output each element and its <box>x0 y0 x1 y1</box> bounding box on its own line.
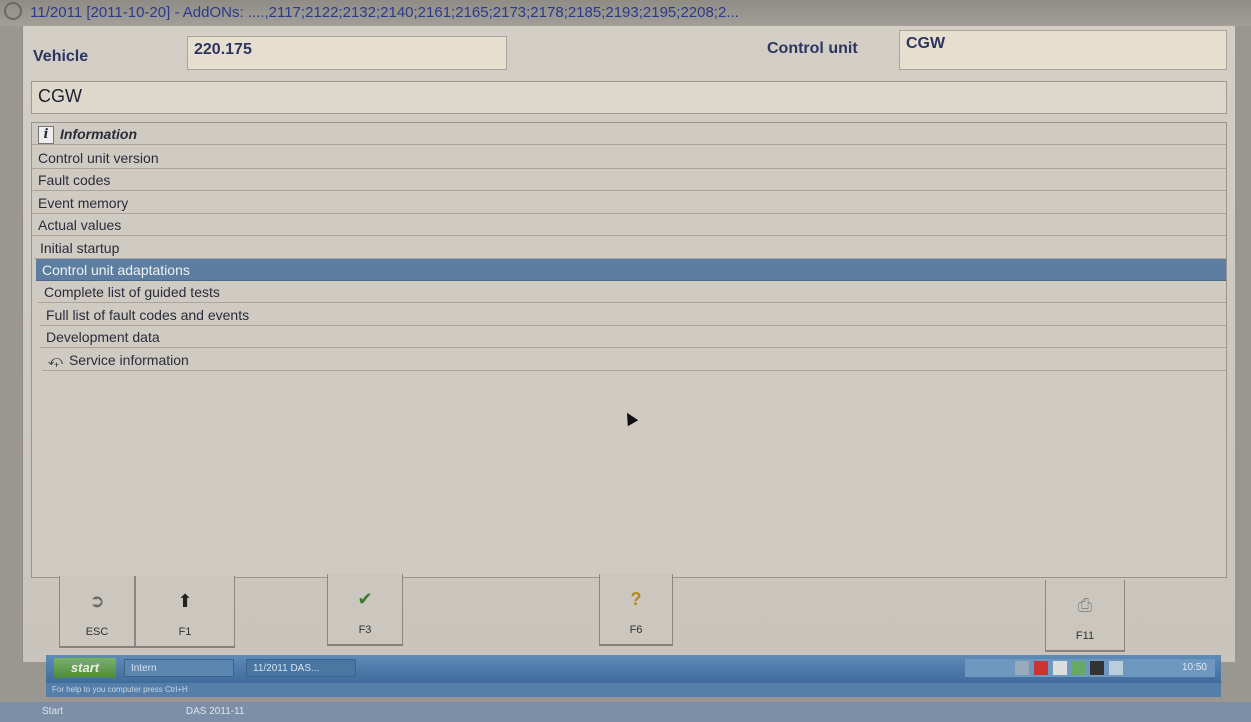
hint-strip: For help to you computer press Ctrl+H <box>46 683 1221 697</box>
menu-item-fault-codes[interactable]: Fault codes <box>32 169 1226 191</box>
tray-icons <box>975 661 1125 675</box>
tray-icon[interactable] <box>1052 661 1067 675</box>
arrow-up-icon: ⬆ <box>177 591 193 611</box>
help-icon: ? <box>630 589 642 609</box>
vehicle-label: Vehicle <box>33 48 89 65</box>
host-start-button[interactable]: Start <box>42 706 63 717</box>
info-icon: i <box>38 126 54 145</box>
f6-label: F6 <box>629 624 643 636</box>
system-tray: 10:50 <box>965 659 1215 677</box>
host-task-item[interactable]: DAS 2011-11 <box>186 706 245 717</box>
vehicle-field[interactable]: 220.175 <box>187 36 507 70</box>
f11-label: F11 <box>1075 630 1095 642</box>
printer-icon: ⎙ <box>1077 595 1093 615</box>
tray-icon[interactable] <box>1015 661 1030 675</box>
menu-item-event-memory[interactable]: Event memory <box>32 192 1226 214</box>
esc-button[interactable]: ➲ ESC <box>59 576 135 648</box>
start-button[interactable]: start <box>54 658 116 678</box>
menu-item-full-fault-list[interactable]: Full list of fault codes and events <box>40 304 1226 326</box>
taskbar-item-das[interactable]: 11/2011 DAS... <box>246 659 356 677</box>
esc-label: ESC <box>85 626 109 638</box>
menu-item-initial-startup[interactable]: Initial startup <box>34 237 1226 259</box>
f1-button[interactable]: ⬆ F1 <box>135 576 235 648</box>
menu-item-guided-tests[interactable]: Complete list of guided tests <box>38 281 1226 303</box>
menu-item-control-unit-version[interactable]: Control unit version <box>32 147 1226 169</box>
f3-button[interactable]: ✔ F3 <box>327 574 403 646</box>
f11-button[interactable]: ⎙ F11 <box>1045 580 1125 652</box>
tray-icon[interactable] <box>1090 661 1105 675</box>
window-title: 11/2011 [2011-10-20] - AddONs: ....,2117… <box>30 4 739 21</box>
menu-item-development-data[interactable]: Development data <box>40 326 1226 348</box>
selected-unit-bar: CGW <box>31 81 1227 114</box>
host-taskbar: Start DAS 2011-11 <box>0 702 1251 722</box>
tray-icon[interactable] <box>1071 661 1086 675</box>
taskbar-item-intern[interactable]: Intern <box>124 659 234 677</box>
f3-label: F3 <box>358 624 372 636</box>
window-title-bar: 11/2011 [2011-10-20] - AddONs: ....,2117… <box>0 0 1251 26</box>
star-logo-icon <box>4 2 22 20</box>
clock: 10:50 <box>1181 662 1207 673</box>
windows-taskbar: start Intern 11/2011 DAS... 10:50 <box>46 655 1221 683</box>
f1-label: F1 <box>178 626 192 638</box>
checkmark-icon: ✔ <box>357 589 373 609</box>
menu-item-actual-values[interactable]: Actual values <box>32 214 1226 236</box>
wrench-icon: ⤽ <box>48 352 63 368</box>
menu-heading-label: Information <box>60 126 137 142</box>
service-information-label: Service information <box>68 352 189 368</box>
menu-item-control-unit-adaptations[interactable]: Control unit adaptations <box>36 259 1226 281</box>
exit-icon: ➲ <box>89 591 105 611</box>
tray-icon[interactable] <box>1033 661 1048 675</box>
menu-item-service-information[interactable]: ⤽ Service information <box>42 349 1226 371</box>
tray-icon[interactable] <box>1109 661 1123 675</box>
function-menu: i Information Control unit version Fault … <box>31 122 1227 578</box>
f6-button[interactable]: ? F6 <box>599 574 673 646</box>
das-application-window: Vehicle 220.175 Control unit CGW CGW i In… <box>22 26 1235 662</box>
function-key-bar: ➲ ESC ⬆ F1 ✔ F3 ? F6 ⎙ F11 <box>59 574 1149 652</box>
menu-heading: i Information <box>32 123 1226 145</box>
control-unit-field[interactable]: CGW <box>899 30 1227 70</box>
control-unit-label: Control unit <box>767 40 858 57</box>
